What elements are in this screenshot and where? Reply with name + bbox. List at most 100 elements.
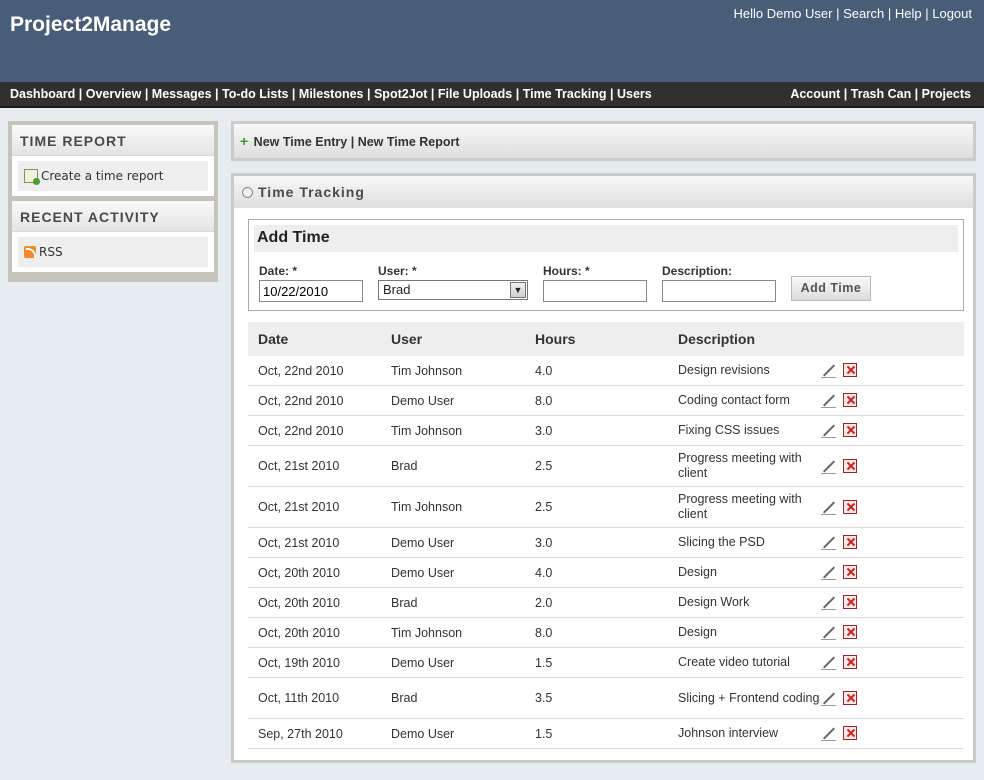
hours-label: Hours: * — [543, 264, 590, 278]
edit-icon[interactable] — [821, 691, 836, 706]
edit-icon[interactable] — [821, 726, 836, 741]
help-link[interactable]: Help — [895, 6, 922, 21]
edit-icon[interactable] — [821, 459, 836, 474]
cell-description: Johnson interview — [678, 726, 779, 740]
rss-link[interactable]: RSS — [18, 237, 208, 267]
panel-title: Time Tracking — [234, 176, 973, 208]
search-link[interactable]: Search — [843, 6, 884, 21]
recent-activity-box: RECENT ACTIVITY RSS — [12, 201, 214, 272]
delete-icon[interactable] — [843, 499, 857, 514]
time-report-box: TIME REPORT Create a time report — [12, 125, 214, 196]
delete-icon[interactable] — [843, 625, 857, 639]
cell-hours: 1.5 — [535, 655, 553, 670]
header: Project2Manage Hello Demo User | Search … — [0, 0, 984, 82]
col-description[interactable]: Description — [678, 331, 821, 347]
nav-file-uploads[interactable]: File Uploads — [438, 87, 512, 101]
date-label: Date: * — [259, 264, 298, 278]
cell-user: Demo User — [391, 726, 455, 741]
edit-icon[interactable] — [821, 393, 836, 408]
delete-icon[interactable] — [843, 458, 857, 473]
description-label: Description: — [662, 264, 733, 278]
table-row: Oct, 11th 2010 Brad 3.5 Slicing + Fronte… — [248, 678, 964, 719]
nav-milestones[interactable]: Milestones — [299, 87, 364, 101]
delete-icon[interactable] — [843, 595, 857, 609]
greeting-link[interactable]: Hello Demo User — [733, 6, 832, 21]
main-nav: Dashboard | Overview | Messages | To-do … — [0, 82, 984, 108]
cell-date: Oct, 22nd 2010 — [258, 423, 344, 438]
clock-icon — [242, 187, 253, 198]
report-add-icon — [24, 169, 40, 185]
delete-icon[interactable] — [843, 655, 857, 669]
cell-user: Demo User — [391, 565, 455, 580]
add-time-button[interactable]: Add Time — [791, 276, 871, 301]
cell-user: Tim Johnson — [391, 363, 463, 378]
cell-user: Demo User — [391, 393, 455, 408]
nav-dashboard[interactable]: Dashboard — [10, 87, 75, 101]
cell-description: Slicing + Frontend coding — [678, 690, 820, 705]
new-time-entry-link[interactable]: New Time Entry — [254, 135, 348, 149]
date-field-group: Date: * — [259, 264, 363, 302]
app-logo: Project2Manage — [10, 13, 172, 36]
table-row: Oct, 21st 2010 Tim Johnson 2.5 Progress … — [248, 487, 964, 528]
edit-icon[interactable] — [821, 625, 836, 640]
col-hours[interactable]: Hours — [535, 331, 678, 347]
col-date[interactable]: Date — [248, 331, 391, 347]
cell-date: Oct, 21st 2010 — [258, 459, 340, 473]
delete-icon[interactable] — [843, 690, 857, 705]
edit-icon[interactable] — [821, 535, 836, 550]
cell-date: Sep, 27th 2010 — [258, 726, 343, 741]
cell-hours: 3.5 — [535, 691, 553, 705]
new-time-report-link[interactable]: New Time Report — [358, 135, 460, 149]
cell-date: Oct, 20th 2010 — [258, 625, 341, 640]
logout-link[interactable]: Logout — [932, 6, 972, 21]
hours-input[interactable] — [543, 280, 647, 302]
rss-label: RSS — [39, 245, 63, 259]
table-row: Oct, 22nd 2010 Tim Johnson 4.0 Design re… — [248, 356, 964, 386]
cell-user: Tim Johnson — [391, 500, 463, 514]
edit-icon[interactable] — [821, 363, 836, 378]
chevron-down-icon[interactable]: ▼ — [510, 282, 526, 298]
cell-description: Slicing the PSD — [678, 535, 765, 549]
col-user[interactable]: User — [391, 331, 535, 347]
nav-todo-lists[interactable]: To-do Lists — [222, 87, 288, 101]
edit-icon[interactable] — [821, 565, 836, 580]
edit-icon[interactable] — [821, 500, 836, 515]
cell-hours: 8.0 — [535, 393, 553, 408]
edit-icon[interactable] — [821, 595, 836, 610]
description-input[interactable] — [662, 280, 776, 302]
cell-description: Create video tutorial — [678, 655, 790, 669]
cell-user: Tim Johnson — [391, 423, 463, 438]
nav-trash-can[interactable]: Trash Can — [851, 87, 911, 101]
delete-icon[interactable] — [843, 363, 857, 377]
cell-description: Fixing CSS issues — [678, 423, 780, 437]
cell-hours: 1.5 — [535, 726, 553, 741]
nav-messages[interactable]: Messages — [152, 87, 212, 101]
edit-icon[interactable] — [821, 655, 836, 670]
user-label: User: * — [378, 264, 417, 278]
cell-user: Tim Johnson — [391, 625, 463, 640]
delete-icon[interactable] — [843, 565, 857, 579]
nav-projects[interactable]: Projects — [922, 87, 971, 101]
nav-users[interactable]: Users — [617, 87, 652, 101]
create-time-report-label: Create a time report — [41, 169, 164, 183]
date-input[interactable] — [259, 280, 363, 302]
create-time-report-link[interactable]: Create a time report — [18, 161, 208, 191]
time-entries-table: Date User Hours Description Oct, 22nd 20… — [248, 322, 964, 749]
delete-icon[interactable] — [843, 423, 857, 437]
user-links: Hello Demo User | Search | Help | Logout — [733, 6, 972, 21]
cell-description: Design revisions — [678, 363, 770, 377]
nav-account[interactable]: Account — [790, 87, 840, 101]
cell-date: Oct, 21st 2010 — [258, 500, 340, 514]
cell-date: Oct, 22nd 2010 — [258, 393, 344, 408]
nav-spot2jot[interactable]: Spot2Jot — [374, 87, 427, 101]
table-row: Oct, 19th 2010 Demo User 1.5 Create vide… — [248, 648, 964, 678]
delete-icon[interactable] — [843, 726, 857, 740]
nav-overview[interactable]: Overview — [86, 87, 142, 101]
delete-icon[interactable] — [843, 535, 857, 549]
delete-icon[interactable] — [843, 393, 857, 407]
user-select[interactable]: Brad ▼ — [378, 280, 528, 300]
cell-date: Oct, 11th 2010 — [258, 691, 340, 705]
nav-time-tracking[interactable]: Time Tracking — [523, 87, 607, 101]
panel-title-text: Time Tracking — [258, 184, 365, 200]
edit-icon[interactable] — [821, 423, 836, 438]
